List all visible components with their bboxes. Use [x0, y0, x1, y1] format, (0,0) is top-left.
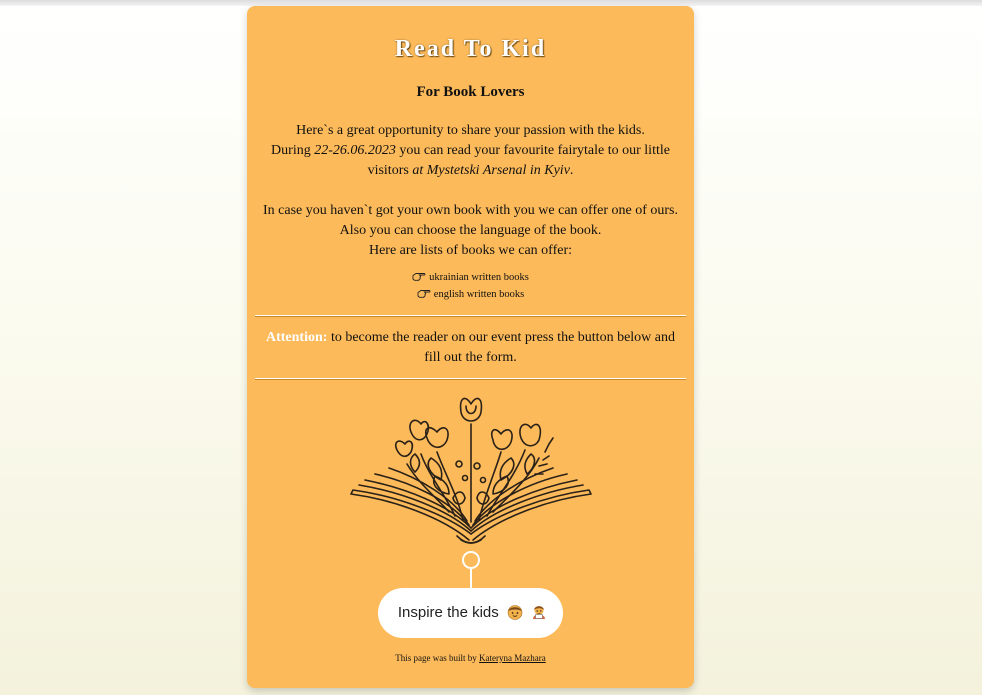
books-line-2: Also you can choose the language of the …: [339, 223, 602, 238]
inspire-the-kids-button[interactable]: Inspire the kids: [377, 588, 564, 638]
books-paragraph: In case you haven`t got your own book wi…: [261, 201, 681, 261]
reading-person-icon: [533, 606, 546, 619]
ukrainian-books-label: ukrainian written books: [429, 272, 529, 283]
during-end: .: [569, 163, 574, 178]
during-prefix: During: [271, 143, 315, 158]
pointing-hand-icon: [412, 273, 426, 281]
attention-label: Attention:: [266, 330, 328, 345]
attention-text: to become the reader on our event press …: [327, 330, 675, 365]
intro-paragraph: Here`s a great opportunity to share your…: [261, 121, 681, 181]
footer-credit: This page was built by Kateryna Mazhara: [247, 652, 694, 664]
divider-bottom: [255, 378, 686, 380]
ukrainian-books-link[interactable]: ukrainian written books: [247, 269, 694, 286]
book-lists: ukrainian written books english written …: [247, 269, 694, 303]
event-dates: 22-26.06.2023: [314, 143, 396, 158]
open-book-with-flowers-illustration: [349, 397, 592, 544]
author-link[interactable]: Kateryna Mazhara: [479, 653, 546, 663]
books-line-1: In case you haven`t got your own book wi…: [263, 203, 678, 218]
boy-face-icon: [507, 605, 523, 620]
main-card: Read To Kid For Book Lovers Here`s a gre…: [247, 6, 694, 688]
inspire-button-label: Inspire the kids: [397, 604, 499, 621]
attention-notice: Attention: to become the reader on our e…: [261, 317, 681, 378]
page-subtitle: For Book Lovers: [416, 84, 525, 100]
event-location: at Mystetski Arsenal in Kyiv: [412, 163, 570, 178]
books-line-3: Here are lists of books we can offer:: [368, 243, 573, 258]
english-books-label: english written books: [433, 289, 525, 300]
footer-prefix: This page was built by: [395, 653, 480, 663]
english-books-link[interactable]: english written books: [247, 286, 694, 303]
page-title: Read To Kid: [394, 36, 547, 62]
intro-line-1: Here`s a great opportunity to share your…: [296, 123, 645, 138]
pointing-hand-icon: [417, 290, 431, 298]
